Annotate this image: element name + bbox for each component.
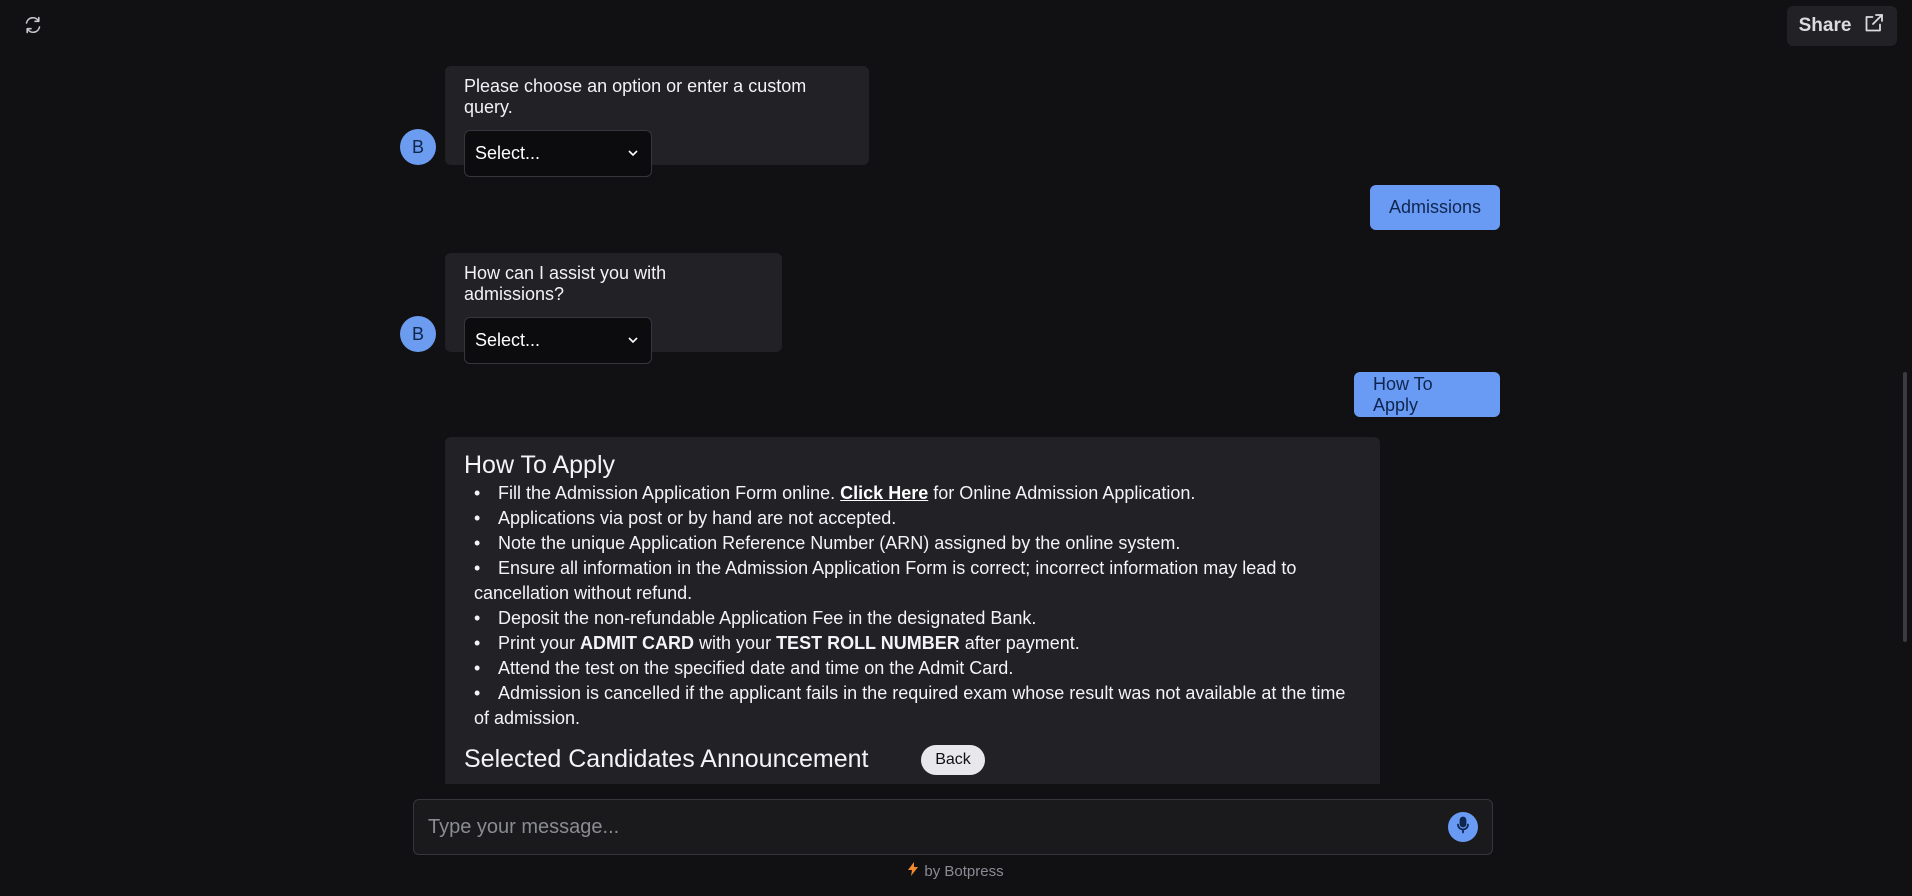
option-select[interactable]: Select... xyxy=(464,130,652,177)
option-select[interactable]: Select... xyxy=(464,317,652,364)
lightning-icon xyxy=(908,862,919,880)
user-message: How To Apply xyxy=(1354,372,1500,417)
list-item: • Attend the test on the specified date a… xyxy=(474,658,1014,678)
scrollbar[interactable] xyxy=(1903,372,1907,642)
select-value: Select... xyxy=(475,143,541,163)
bot-message: How can I assist you with admissions? Se… xyxy=(445,253,782,364)
list-item: • Deposit the non-refundable Application … xyxy=(474,608,1037,628)
bot-message-text: Please choose an option or enter a custo… xyxy=(464,76,807,117)
share-button[interactable]: Share xyxy=(1787,6,1897,46)
click-here-link[interactable]: Click Here xyxy=(840,483,928,503)
microphone-button[interactable] xyxy=(1448,812,1478,842)
list-item: • Admission is cancelled if the applicant… xyxy=(474,683,1346,728)
refresh-icon xyxy=(23,15,43,40)
bot-message-text: How can I assist you with admissions? xyxy=(464,263,667,304)
message-input[interactable] xyxy=(428,815,1448,839)
refresh-button[interactable] xyxy=(20,14,46,40)
external-link-icon xyxy=(1863,12,1885,40)
chevron-down-icon xyxy=(627,143,639,164)
bot-avatar: B xyxy=(400,129,436,165)
list-item: • Fill the Admission Application Form onl… xyxy=(474,483,1196,503)
card-title: How To Apply xyxy=(464,451,616,479)
section-subtitle: Selected Candidates Announcement xyxy=(464,745,869,773)
select-value: Select... xyxy=(475,330,541,350)
bot-avatar: B xyxy=(400,316,436,352)
list-item: • Print your ADMIT CARD with your TEST RO… xyxy=(474,633,1080,653)
steps-list: • Fill the Admission Application Form onl… xyxy=(464,481,1361,731)
chevron-down-icon xyxy=(627,330,639,351)
user-message: Admissions xyxy=(1370,185,1500,230)
microphone-icon xyxy=(1455,816,1471,839)
message-composer xyxy=(413,799,1493,855)
list-item: • Applications via post or by hand are no… xyxy=(474,508,897,528)
bot-message: Please choose an option or enter a custo… xyxy=(445,66,869,177)
chat-area[interactable]: B Please choose an option or enter a cus… xyxy=(0,0,1900,784)
back-button[interactable]: Back xyxy=(921,745,985,775)
share-label: Share xyxy=(1798,15,1852,36)
list-item: • Ensure all information in the Admission… xyxy=(474,558,1297,603)
powered-by-text: by Botpress xyxy=(924,862,1004,880)
how-to-apply-card: How To Apply • Fill the Admission Applica… xyxy=(445,437,1380,784)
powered-by: by Botpress xyxy=(0,862,1912,880)
list-item: • Note the unique Application Reference N… xyxy=(474,533,1181,553)
